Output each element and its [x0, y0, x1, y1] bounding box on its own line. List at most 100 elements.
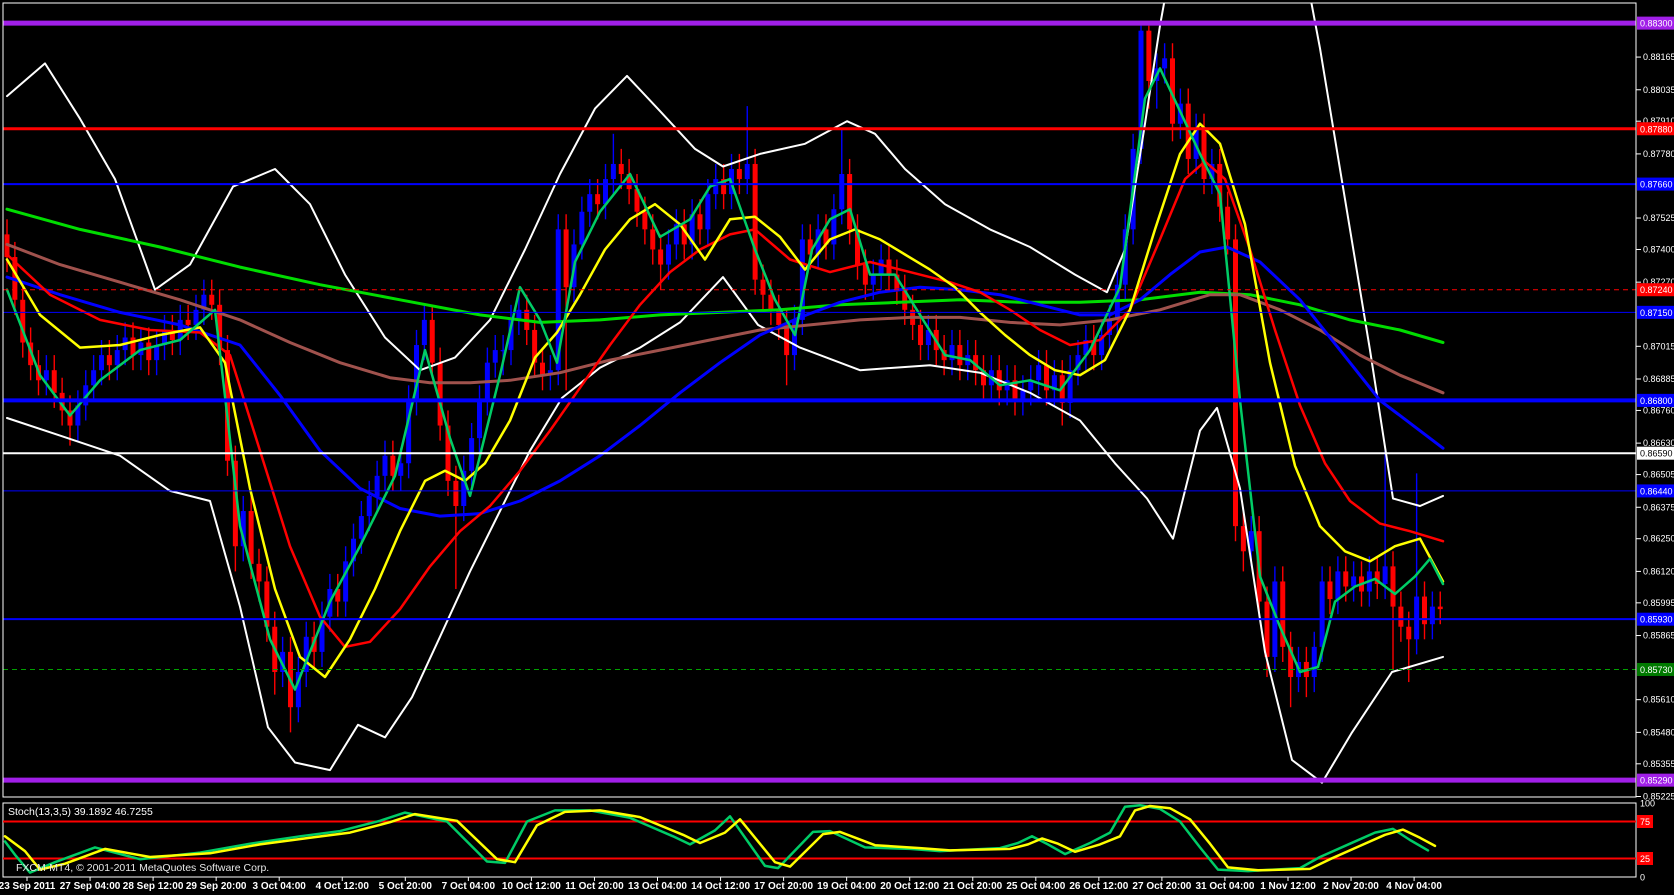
candle-body [1429, 606, 1435, 625]
candle-body [760, 279, 766, 295]
candle-body [248, 511, 254, 564]
candle-body [752, 163, 758, 280]
candle-body [957, 345, 963, 366]
stoch-level-label: 25 [1640, 854, 1650, 864]
price-tick-label: 0.87780 [1643, 149, 1674, 159]
candle-body [366, 495, 372, 517]
candle-body [878, 259, 884, 275]
candle-body [429, 319, 435, 363]
candle-body [650, 229, 656, 250]
price-tick-label: 0.86630 [1643, 438, 1674, 448]
candle-body [209, 294, 215, 305]
time-label: 31 Oct 04:00 [1195, 881, 1254, 892]
price-line-label: 0.85930 [1640, 615, 1673, 625]
price-tick-label: 0.87015 [1643, 341, 1674, 351]
price-line-label: 0.87150 [1640, 308, 1673, 318]
time-label: 11 Oct 20:00 [565, 881, 624, 892]
candle-body [587, 194, 593, 212]
stoch-level-label: 0 [1640, 873, 1645, 883]
candle-body [146, 342, 152, 361]
candle-body [421, 319, 427, 346]
candle-body [469, 438, 475, 471]
candle-body [870, 274, 876, 285]
time-label: 5 Oct 20:00 [379, 881, 433, 892]
candle-body [477, 400, 482, 439]
price-tick-label: 0.86375 [1643, 502, 1674, 512]
candle-body [1319, 581, 1325, 647]
candle-body [540, 362, 545, 376]
time-label: 29 Sep 20:00 [186, 881, 247, 892]
candle-body [1382, 566, 1388, 584]
chart-canvas[interactable]: 0.881650.880350.879100.877800.875250.874… [0, 0, 1674, 895]
price-tick-label: 0.88035 [1643, 85, 1674, 95]
candle-body [1398, 606, 1404, 627]
time-label: 23 Sep 2011 [0, 881, 56, 892]
candle-body [51, 370, 57, 393]
candle-body [382, 455, 388, 476]
time-label: 4 Nov 04:00 [1386, 881, 1442, 892]
time-label: 28 Sep 12:00 [123, 881, 184, 892]
candle-body [666, 244, 671, 265]
candle-body [1201, 128, 1207, 180]
mt4-chart-window: 0.88165 0.88035 0.87910 0.87780 0.87525 0.874… [0, 0, 1674, 895]
price-tick-label: 0.86250 [1643, 534, 1674, 544]
price-tick-label: 0.85610 [1643, 695, 1674, 705]
candle-body [563, 229, 569, 288]
time-label: 27 Sep 04:00 [60, 881, 121, 892]
candle-body [1335, 571, 1341, 600]
price-tick-label: 0.86505 [1643, 470, 1674, 480]
candle-body [256, 563, 262, 582]
candle-body [1146, 30, 1152, 81]
time-label: 14 Oct 12:00 [691, 881, 750, 892]
price-tick-label: 0.87400 [1643, 244, 1674, 254]
time-label: 3 Oct 04:00 [253, 881, 307, 892]
candle-body [1343, 571, 1349, 587]
price-line-label: 0.87880 [1640, 124, 1673, 134]
price-tick-label: 0.88165 [1643, 52, 1674, 62]
candle-body [713, 179, 719, 195]
time-label: 1 Nov 12:00 [1260, 881, 1316, 892]
candle-body [91, 370, 97, 386]
candle-body [610, 163, 616, 180]
stoch-level-label: 100 [1640, 799, 1655, 809]
price-tick-label: 0.85480 [1643, 727, 1674, 737]
candle-body [1351, 576, 1357, 587]
time-label: 17 Oct 20:00 [754, 881, 813, 892]
price-tick-label: 0.86885 [1643, 374, 1674, 384]
time-label: 19 Oct 04:00 [817, 881, 876, 892]
time-label: 20 Oct 12:00 [880, 881, 939, 892]
time-label: 2 Nov 20:00 [1323, 881, 1379, 892]
candle-body [358, 516, 364, 539]
candle-body [185, 319, 191, 325]
candle-body [1437, 606, 1443, 610]
candle-body [398, 463, 404, 476]
copyright-text: FXCM-MT4, © 2001-2011 MetaQuotes Softwar… [16, 862, 270, 874]
price-tick-label: 0.85865 [1643, 631, 1674, 641]
candle-body [579, 211, 585, 245]
candle-body [1311, 646, 1317, 678]
price-line-label: 0.85290 [1640, 776, 1673, 786]
stoch-level-label: 75 [1640, 817, 1650, 827]
candle-body [595, 194, 601, 205]
time-label: 26 Oct 12:00 [1069, 881, 1128, 892]
candle-body [839, 174, 845, 210]
price-tick-label: 0.86120 [1643, 566, 1674, 576]
price-line-label: 0.87240 [1640, 285, 1673, 295]
candle-body [374, 475, 380, 496]
stochastic-indicator-label: Stoch(13,3,5) 39.1892 46.7255 [8, 806, 153, 818]
time-label: 27 Oct 20:00 [1132, 881, 1191, 892]
candle-body [736, 168, 742, 180]
candle-body [106, 355, 112, 366]
candle-body [1327, 581, 1333, 600]
price-line-label: 0.86800 [1640, 396, 1673, 406]
candle-body [705, 194, 711, 230]
time-label: 21 Oct 20:00 [943, 881, 1002, 892]
candle-body [744, 163, 750, 180]
time-label: 25 Oct 04:00 [1006, 881, 1065, 892]
candle-body [1162, 58, 1168, 69]
candle-body [642, 211, 648, 230]
time-label: 10 Oct 12:00 [502, 881, 561, 892]
time-label: 7 Oct 04:00 [442, 881, 496, 892]
candle-body [603, 179, 608, 205]
price-line-label: 0.86440 [1640, 486, 1673, 496]
